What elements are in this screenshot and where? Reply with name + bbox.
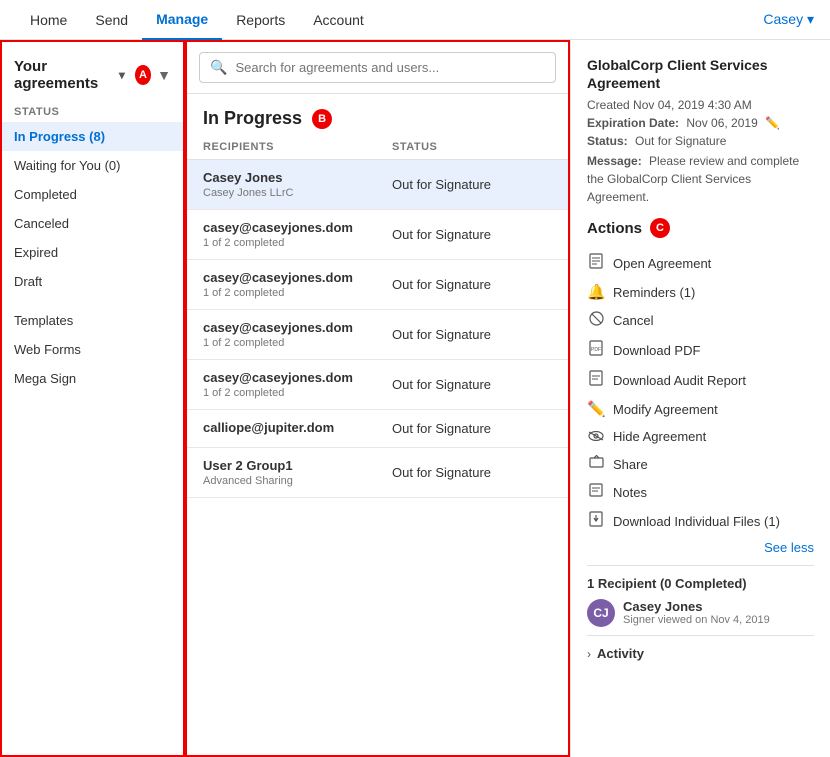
- action-open-agreement[interactable]: Open Agreement: [587, 248, 814, 278]
- badge-a: A: [135, 65, 151, 85]
- svg-text:PDF: PDF: [591, 347, 601, 353]
- nav-send[interactable]: Send: [81, 0, 142, 40]
- nav-reports[interactable]: Reports: [222, 0, 299, 40]
- sidebar-item-mega-sign[interactable]: Mega Sign: [2, 364, 183, 393]
- status-cell: Out for Signature: [392, 220, 552, 249]
- download-individual-icon: [587, 511, 605, 531]
- action-notes[interactable]: Notes: [587, 478, 814, 506]
- recipient-sub: 1 of 2 completed: [203, 337, 392, 349]
- recipient-sub: 1 of 2 completed: [203, 237, 392, 249]
- recipient-sub: 1 of 2 completed: [203, 387, 392, 399]
- nav-home[interactable]: Home: [16, 0, 81, 40]
- table-header: RECIPIENTS STATUS: [187, 137, 568, 160]
- status-cell: Out for Signature: [392, 420, 552, 437]
- table-row[interactable]: Casey Jones Casey Jones LLrC Out for Sig…: [187, 160, 568, 210]
- table-row[interactable]: casey@caseyjones.dom 1 of 2 completed Ou…: [187, 260, 568, 310]
- col-recipients: RECIPIENTS: [203, 141, 392, 153]
- status-cell: Out for Signature: [392, 370, 552, 399]
- recipient-name: casey@caseyjones.dom: [203, 220, 392, 235]
- recipient-name: casey@caseyjones.dom: [203, 270, 392, 285]
- recipient-sub: 1 of 2 completed: [203, 287, 392, 299]
- agreement-title: GlobalCorp Client Services Agreement: [587, 56, 814, 92]
- recipient-name: calliope@jupiter.dom: [203, 420, 392, 435]
- recipient-section: 1 Recipient (0 Completed) CJ Casey Jones…: [587, 565, 814, 627]
- bell-icon: 🔔: [587, 283, 605, 301]
- nav-manage[interactable]: Manage: [142, 0, 222, 40]
- sidebar-item-completed[interactable]: Completed: [2, 180, 183, 209]
- action-share[interactable]: Share: [587, 450, 814, 478]
- search-bar[interactable]: 🔍: [199, 52, 556, 83]
- hide-icon: [587, 428, 605, 445]
- action-reminders[interactable]: 🔔 Reminders (1): [587, 278, 814, 306]
- agreement-status-row: Status: Out for Signature: [587, 134, 814, 148]
- recipient-card: CJ Casey Jones Signer viewed on Nov 4, 2…: [587, 599, 814, 627]
- recipient-card-name: Casey Jones: [623, 599, 770, 614]
- table-row[interactable]: casey@caseyjones.dom 1 of 2 completed Ou…: [187, 210, 568, 260]
- chevron-right-icon: ›: [587, 647, 591, 661]
- modify-icon: ✏️: [587, 400, 605, 418]
- chevron-down-icon: ▾: [119, 68, 125, 82]
- cancel-icon: [587, 311, 605, 330]
- badge-c: C: [650, 218, 670, 238]
- badge-b: B: [312, 109, 332, 129]
- table-row[interactable]: User 2 Group1 Advanced Sharing Out for S…: [187, 448, 568, 498]
- action-modify[interactable]: ✏️ Modify Agreement: [587, 395, 814, 423]
- col-status: STATUS: [392, 141, 552, 153]
- action-hide[interactable]: Hide Agreement: [587, 423, 814, 450]
- agreement-message-row: Message: Please review and complete the …: [587, 152, 814, 206]
- search-icon: 🔍: [210, 59, 227, 76]
- your-agreements-label: Your agreements: [14, 58, 113, 92]
- sidebar-item-templates[interactable]: Templates: [2, 306, 183, 335]
- action-download-pdf[interactable]: PDF Download PDF: [587, 335, 814, 365]
- status-cell: Out for Signature: [392, 458, 552, 487]
- status-section-label: STATUS: [2, 100, 183, 122]
- activity-label: Activity: [597, 646, 644, 661]
- share-icon: [587, 455, 605, 473]
- status-cell: Out for Signature: [392, 320, 552, 349]
- status-cell: Out for Signature: [392, 170, 552, 199]
- recipient-sub: Casey Jones LLrC: [203, 187, 392, 199]
- sidebar-item-in-progress[interactable]: In Progress (8): [2, 122, 183, 151]
- edit-icon[interactable]: ✏️: [765, 116, 780, 130]
- table-row[interactable]: casey@caseyjones.dom 1 of 2 completed Ou…: [187, 360, 568, 410]
- user-menu[interactable]: Casey ▾: [763, 11, 814, 27]
- recipient-name: Casey Jones: [203, 170, 392, 185]
- action-download-individual[interactable]: Download Individual Files (1): [587, 506, 814, 536]
- see-less-link[interactable]: See less: [587, 540, 814, 555]
- nav-account[interactable]: Account: [299, 0, 378, 40]
- table-row[interactable]: calliope@jupiter.dom Out for Signature: [187, 410, 568, 448]
- search-input[interactable]: [235, 60, 545, 75]
- sidebar-item-waiting[interactable]: Waiting for You (0): [2, 151, 183, 180]
- avatar: CJ: [587, 599, 615, 627]
- status-cell: Out for Signature: [392, 270, 552, 299]
- activity-section[interactable]: › Activity: [587, 635, 814, 661]
- action-download-audit[interactable]: Download Audit Report: [587, 365, 814, 395]
- recipient-name: casey@caseyjones.dom: [203, 320, 392, 335]
- download-pdf-icon: PDF: [587, 340, 605, 360]
- sidebar-item-draft[interactable]: Draft: [2, 267, 183, 296]
- table-row[interactable]: casey@caseyjones.dom 1 of 2 completed Ou…: [187, 310, 568, 360]
- sidebar-item-expired[interactable]: Expired: [2, 238, 183, 267]
- recipient-name: User 2 Group1: [203, 458, 392, 473]
- document-icon: [587, 253, 605, 273]
- filter-icon[interactable]: ▼: [157, 67, 171, 83]
- actions-label: Actions: [587, 220, 642, 237]
- audit-icon: [587, 370, 605, 390]
- recipient-card-sub: Signer viewed on Nov 4, 2019: [623, 614, 770, 626]
- action-cancel[interactable]: Cancel: [587, 306, 814, 335]
- sidebar-item-canceled[interactable]: Canceled: [2, 209, 183, 238]
- recipient-section-title: 1 Recipient (0 Completed): [587, 576, 814, 591]
- sidebar-item-web-forms[interactable]: Web Forms: [2, 335, 183, 364]
- expiration-date-row: Expiration Date: Nov 06, 2019 ✏️: [587, 116, 814, 130]
- recipient-sub: Advanced Sharing: [203, 475, 392, 487]
- notes-icon: [587, 483, 605, 501]
- agreement-created: Created Nov 04, 2019 4:30 AM: [587, 98, 814, 112]
- recipient-name: casey@caseyjones.dom: [203, 370, 392, 385]
- in-progress-title: In Progress: [203, 108, 302, 129]
